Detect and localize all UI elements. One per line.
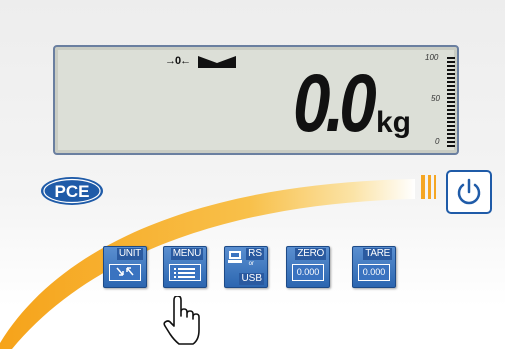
power-icon (457, 178, 481, 205)
zero-button-face: 0.000 (292, 264, 324, 281)
lcd-display: →0← 0.0 kg 100 50 0 (53, 45, 459, 155)
logo-text: PCE (55, 182, 90, 201)
menu-list-icon (169, 264, 201, 281)
weight-readout: 0.0 (293, 58, 377, 149)
zero-indicator-icon: →0← (165, 55, 191, 67)
rs-usb-button[interactable]: RS or USB (224, 246, 268, 288)
unit-button[interactable]: UNIT (103, 246, 147, 288)
tare-button-face: 0.000 (358, 264, 390, 281)
rs-label: RS (246, 248, 264, 260)
hand-pointer-icon (163, 296, 200, 345)
capacity-mid-label: 50 (431, 94, 440, 103)
menu-button[interactable]: MENU (163, 246, 207, 288)
pce-logo: PCE (41, 177, 103, 205)
unit-arrows-icon (109, 264, 141, 281)
tare-button[interactable]: TARE 0.000 (352, 246, 396, 288)
zero-button[interactable]: ZERO 0.000 (286, 246, 330, 288)
zero-button-label: ZERO (295, 248, 326, 260)
computer-icon (228, 251, 242, 263)
scale-control-panel: →0← 0.0 kg 100 50 0 PCE UNIT MENU RS or … (0, 0, 505, 349)
usb-label: USB (239, 273, 264, 285)
menu-button-label: MENU (170, 248, 203, 260)
power-button[interactable] (446, 170, 492, 214)
capacity-bar: 100 50 0 (413, 53, 459, 149)
unit-button-label: UNIT (116, 248, 143, 260)
capacity-ticks (447, 57, 455, 147)
capacity-min-label: 0 (435, 137, 440, 146)
capacity-max-label: 100 (425, 53, 439, 62)
or-label: or (248, 261, 254, 267)
unit-readout: kg (376, 106, 412, 139)
tare-button-label: TARE (363, 248, 392, 260)
stable-indicator-icon (198, 56, 236, 68)
